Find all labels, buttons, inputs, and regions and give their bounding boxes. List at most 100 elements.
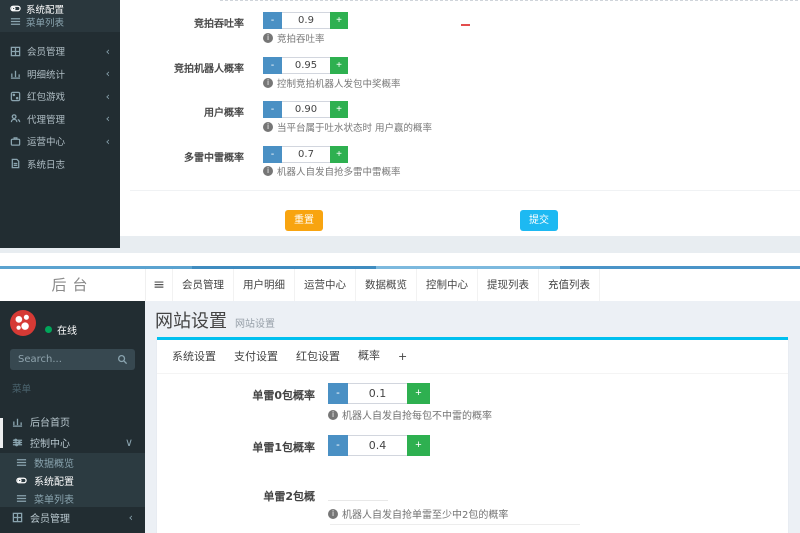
online-status: 在线 [45, 322, 77, 337]
red-mark [461, 24, 470, 26]
top-dashed-border [220, 0, 798, 1]
decrement-button[interactable]: - [263, 12, 282, 29]
mine1-input[interactable] [348, 435, 407, 456]
sidebar-item-detail-stats[interactable]: 明细统计 ‹ [0, 63, 120, 86]
field-hint: i 机器人自发自抢多雷中雷概率 [263, 164, 401, 178]
top-nav: 会员管理 用户明细 运营中心 数据概览 控制中心 提现列表 充值列表 [172, 269, 600, 301]
bottom-main: 网站设置 网站设置 系统设置 支付设置 红包设置 概率 + 单雷0包概率 - +… [145, 301, 800, 533]
sidebar-item-label: 数据概览 [34, 458, 74, 470]
sidebar-item-label: 菜单列表 [26, 17, 65, 29]
sidebar-item-members[interactable]: 会员管理 ‹ [0, 507, 145, 528]
separator-band-left [0, 248, 120, 253]
separator-band [120, 236, 800, 253]
user-rate-input[interactable] [282, 101, 330, 118]
auction-rate-input[interactable] [282, 12, 330, 29]
increment-button[interactable]: + [330, 101, 348, 118]
nav-item-control-center[interactable]: 控制中心 [416, 269, 477, 301]
nav-item-members[interactable]: 会员管理 [172, 269, 233, 301]
sidebar-item-label: 红包游戏 [27, 92, 66, 104]
sidebar-subitem-system-config[interactable]: 系统配置 [0, 471, 145, 489]
top-sidebar-submenu: 系统配置 菜单列表 [0, 0, 120, 32]
sidebar-search [10, 349, 135, 370]
page-title-text: 网站设置 [155, 311, 227, 332]
sidebar-item-system-log[interactable]: 系统日志 [0, 153, 120, 176]
sidebar-item-agents[interactable]: 代理管理 ‹ [0, 108, 120, 131]
decrement-button[interactable]: - [328, 435, 348, 456]
sidebar-item-redpacket-game[interactable]: 红包游戏 ‹ [0, 85, 120, 108]
page-subtitle: 网站设置 [235, 319, 275, 330]
settings-tabs: 系统设置 支付设置 红包设置 概率 + [157, 340, 788, 374]
tab-system-settings[interactable]: 系统设置 [163, 340, 225, 373]
top-sidebar: 系统配置 菜单列表 会员管理 ‹ 明细统计 ‹ 红包游戏 ‹ 代理管理 ‹ 运营… [0, 0, 120, 248]
stepper-robot-rate: - + [263, 57, 348, 74]
decrement-button[interactable]: - [263, 146, 282, 163]
stepper-multimine-rate: - + [263, 146, 348, 163]
search-input[interactable] [10, 354, 117, 365]
chevron-left-icon: ‹ [105, 134, 110, 148]
top-sidebar-items: 会员管理 ‹ 明细统计 ‹ 红包游戏 ‹ 代理管理 ‹ 运营中心 ‹ 系统日志 [0, 40, 120, 175]
tab-probability[interactable]: 概率 [349, 340, 389, 373]
increment-button[interactable]: + [330, 12, 348, 29]
increment-button[interactable]: + [330, 146, 348, 163]
chevron-left-icon: ‹ [128, 511, 133, 524]
sidebar-item-label: 运营中心 [27, 137, 66, 149]
sidebar-item-label: 菜单列表 [34, 494, 74, 506]
sidebar-item-label: 控制中心 [30, 439, 70, 450]
field-label-robot-rate: 竞拍机器人概率 [174, 64, 244, 75]
bar-chart-icon [12, 418, 23, 427]
decrement-button[interactable]: - [263, 101, 282, 118]
sidebar-subitem-menu-list[interactable]: 菜单列表 [0, 489, 145, 507]
field-hint: i 控制竞拍机器人发包中奖概率 [263, 76, 401, 90]
submit-button[interactable]: 提交 [520, 210, 558, 231]
field-label-mine0: 单雷0包概率 [252, 389, 315, 402]
sidebar-subitem-data-overview[interactable]: 数据概览 [0, 453, 145, 471]
sidebar-item-members[interactable]: 会员管理 ‹ [0, 40, 120, 63]
info-icon: i [328, 409, 338, 420]
field-hint: i 竞拍吞吐率 [263, 31, 325, 45]
grid-icon [10, 46, 21, 57]
tab-redpacket-settings[interactable]: 红包设置 [287, 340, 349, 373]
online-dot [45, 326, 52, 333]
online-label: 在线 [57, 326, 77, 337]
reset-button[interactable]: 重置 [285, 210, 323, 231]
info-icon: i [263, 166, 273, 176]
robot-rate-input[interactable] [282, 57, 330, 74]
sidebar-item-system-config[interactable]: 系统配置 [0, 2, 120, 16]
sidebar-item-menu-list[interactable]: 菜单列表 [0, 15, 120, 29]
app-logo[interactable]: 后台 [0, 269, 146, 301]
multimine-rate-input[interactable] [282, 146, 330, 163]
decrement-button[interactable]: - [328, 383, 348, 404]
increment-button[interactable]: + [407, 435, 430, 456]
nav-item-withdraw-list[interactable]: 提现列表 [477, 269, 538, 301]
hamburger-icon[interactable]: ≡ [146, 269, 172, 301]
decrement-button[interactable]: - [263, 57, 282, 74]
search-icon[interactable] [117, 354, 128, 365]
list-icon [16, 494, 27, 502]
sidebar-item-control-center[interactable]: 控制中心 ∨ [0, 432, 145, 453]
control-center-submenu: 数据概览 系统配置 菜单列表 [0, 453, 145, 507]
nav-item-user-detail[interactable]: 用户明细 [233, 269, 294, 301]
list-icon [16, 458, 27, 466]
nav-item-recharge-list[interactable]: 充值列表 [538, 269, 600, 301]
info-icon: i [263, 33, 273, 43]
sidebar-item-dashboard[interactable]: 后台首页 [0, 411, 145, 432]
toggle-icon [10, 5, 21, 12]
field-label-user-rate: 用户概率 [204, 108, 244, 119]
nav-item-operations[interactable]: 运营中心 [294, 269, 355, 301]
increment-button[interactable]: + [407, 383, 430, 404]
chevron-left-icon: ‹ [105, 89, 110, 103]
mine0-input[interactable] [348, 383, 407, 404]
briefcase-icon [10, 136, 21, 146]
field-label-mine1: 单雷1包概率 [252, 441, 315, 454]
nav-item-data-overview[interactable]: 数据概览 [355, 269, 416, 301]
toggle-icon [16, 477, 27, 483]
tab-payment-settings[interactable]: 支付设置 [225, 340, 287, 373]
info-icon: i [328, 508, 338, 519]
tab-add[interactable]: + [389, 340, 416, 373]
field-hint: i 当平台属于吐水状态时 用户赢的概率 [263, 120, 432, 134]
sidebar-item-label: 会员管理 [27, 47, 66, 59]
sidebar-item-operations[interactable]: 运营中心 ‹ [0, 130, 120, 153]
increment-button[interactable]: + [330, 57, 348, 74]
page-title: 网站设置 网站设置 [155, 307, 275, 333]
sidebar-item-label: 系统日志 [27, 159, 66, 171]
